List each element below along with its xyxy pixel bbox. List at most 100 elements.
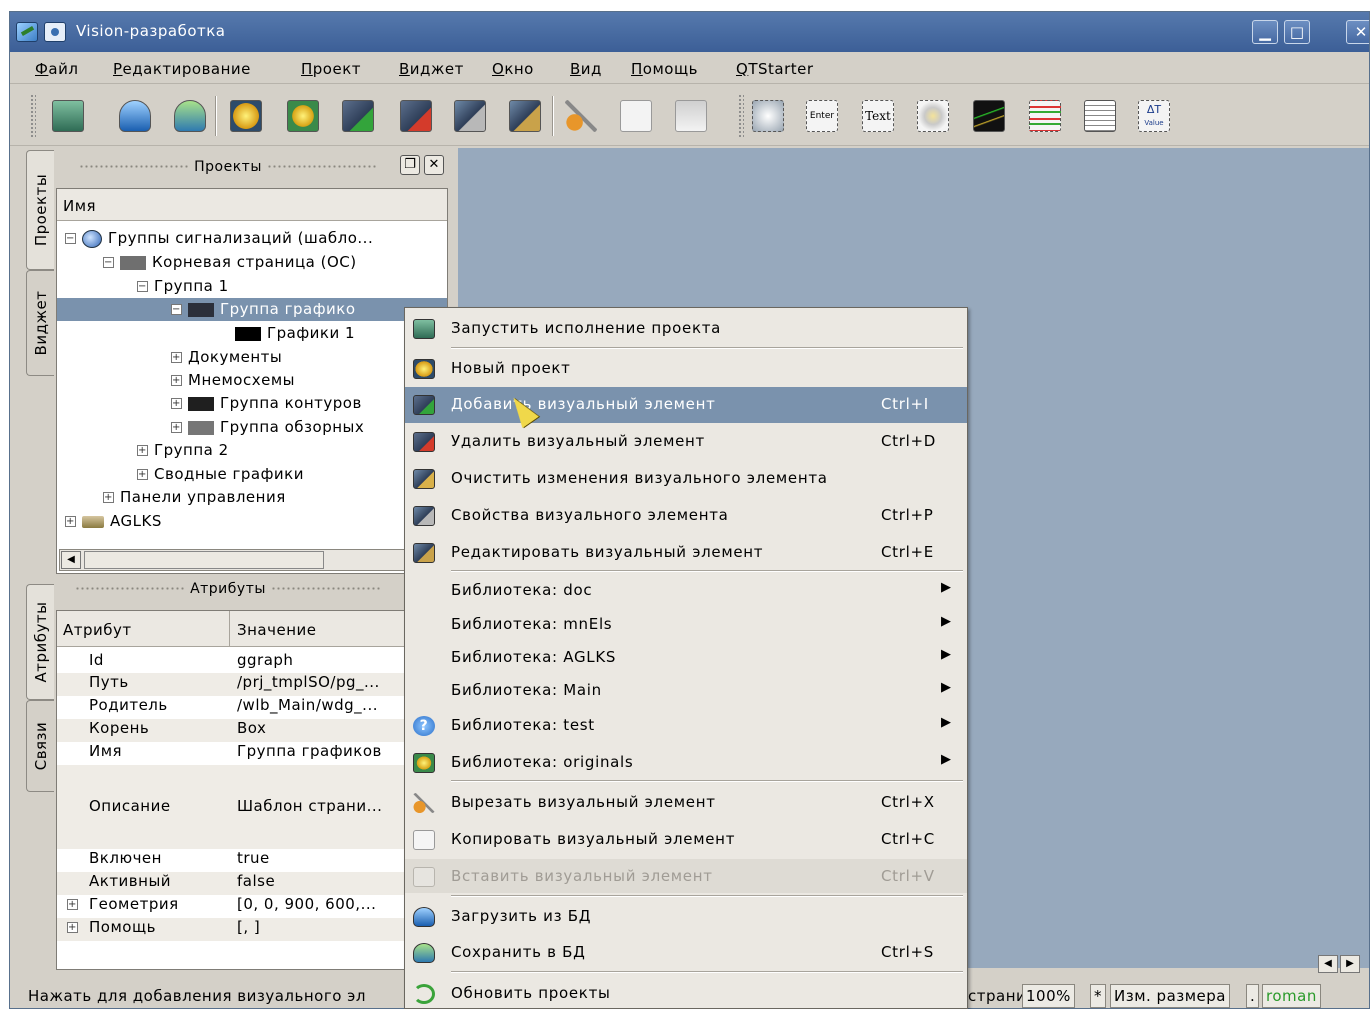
- maximize-button[interactable]: □: [1284, 20, 1310, 44]
- widget-enter-icon[interactable]: Enter: [804, 98, 840, 134]
- column-header-attribute[interactable]: Атрибут: [63, 621, 132, 639]
- tree-item[interactable]: + Группа 2: [137, 439, 229, 462]
- scroll-right-icon[interactable]: ▶: [1340, 955, 1360, 973]
- widget-text-icon[interactable]: Text: [860, 98, 896, 134]
- menu-help[interactable]: Помощь: [631, 60, 698, 78]
- menu-item-lib-test[interactable]: ? Библиотека: test ▶: [405, 708, 967, 742]
- attr-value[interactable]: [, ]: [237, 918, 260, 936]
- column-header-name[interactable]: Имя: [57, 189, 447, 221]
- tree-item[interactable]: + Группа обзорных: [171, 416, 364, 439]
- column-header-value[interactable]: Значение: [237, 621, 317, 639]
- tree-item[interactable]: + Группа контуров: [171, 392, 362, 415]
- edit-widget-icon[interactable]: [507, 98, 543, 134]
- attr-value[interactable]: /wlb_Main/wdg_...: [237, 696, 378, 714]
- resize-mode[interactable]: Изм. размера: [1110, 984, 1230, 1008]
- menu-qtstarter[interactable]: QTStarter: [736, 60, 814, 78]
- menu-widget[interactable]: Виджет: [399, 60, 464, 78]
- menu-item-delete-widget[interactable]: Удалить визуальный элемент Ctrl+D: [405, 424, 967, 458]
- tree-item[interactable]: + Мнемосхемы: [171, 369, 295, 392]
- table-row[interactable]: Включен true: [57, 849, 449, 872]
- tab-links[interactable]: Связи: [26, 700, 54, 792]
- new-lib-icon[interactable]: [285, 98, 321, 134]
- minimize-button[interactable]: ▁: [1252, 20, 1278, 44]
- add-widget-icon[interactable]: [340, 98, 376, 134]
- run-project-icon[interactable]: [50, 98, 86, 134]
- tab-widget[interactable]: Виджет: [26, 270, 54, 376]
- tree-item[interactable]: + Сводные графики: [137, 463, 304, 486]
- menu-file[interactable]: Файл: [35, 60, 78, 78]
- table-row[interactable]: Описание Шаблон страни...: [57, 765, 449, 849]
- title-bar[interactable]: Vision-разработка ▁ □ ✕: [10, 12, 1369, 52]
- attr-value[interactable]: /prj_tmplSO/pg_...: [237, 673, 380, 691]
- toolbar-grip-2[interactable]: [738, 94, 744, 138]
- attributes-table[interactable]: Атрибут Значение Id ggraph Путь/prj_tmplS…: [56, 610, 449, 970]
- menu-project[interactable]: Проект: [301, 60, 361, 78]
- menu-item-lib-doc[interactable]: Библиотека: doc ▶: [405, 573, 967, 607]
- save-db-icon[interactable]: [172, 98, 208, 134]
- copy-icon[interactable]: [618, 98, 654, 134]
- tree-item[interactable]: + Документы: [171, 346, 282, 369]
- menu-view[interactable]: Вид: [570, 60, 602, 78]
- menu-item-add-widget[interactable]: Добавить визуальный элемент Ctrl+I: [405, 387, 967, 423]
- attr-value[interactable]: true: [237, 849, 270, 867]
- tab-attributes[interactable]: Атрибуты: [26, 584, 54, 700]
- widget-protocol-icon[interactable]: [1027, 98, 1063, 134]
- delete-widget-icon[interactable]: [398, 98, 434, 134]
- attr-value[interactable]: Шаблон страни...: [237, 797, 382, 815]
- toolbar-grip[interactable]: [30, 94, 36, 138]
- close-button[interactable]: ✕: [1346, 20, 1369, 44]
- widget-diagram-icon[interactable]: [971, 98, 1007, 134]
- new-project-icon[interactable]: [228, 98, 264, 134]
- table-row[interactable]: Активный false: [57, 872, 449, 895]
- table-row[interactable]: Корень Box: [57, 719, 449, 742]
- menu-item-load-db[interactable]: Загрузить из БД: [405, 899, 967, 933]
- tree-item[interactable]: − Группа 1: [137, 275, 229, 298]
- scroll-left-icon[interactable]: ◀: [61, 551, 81, 569]
- attr-value[interactable]: Группа графиков: [237, 742, 382, 760]
- menu-item-lib-mnels[interactable]: Библиотека: mnEls ▶: [405, 607, 967, 641]
- table-row[interactable]: + Помощь [, ]: [57, 918, 449, 941]
- tree-item-selected[interactable]: − Группа графико: [57, 298, 447, 321]
- menu-item-clear-changes[interactable]: Очистить изменения визуального элемента: [405, 461, 967, 495]
- menu-item-save-db[interactable]: Сохранить в БД Ctrl+S: [405, 935, 967, 969]
- attr-value[interactable]: false: [237, 872, 275, 890]
- tree-item[interactable]: + Панели управления: [103, 486, 286, 509]
- table-row[interactable]: + Геометрия [0, 0, 900, 600,...: [57, 895, 449, 918]
- menu-edit[interactable]: Редактирование: [113, 60, 251, 78]
- cut-icon[interactable]: [563, 98, 599, 134]
- table-row[interactable]: Имя Группа графиков: [57, 742, 449, 765]
- tree-item[interactable]: − Группы сигнализаций (шабло...: [65, 227, 373, 250]
- float-icon[interactable]: ❐: [400, 155, 420, 175]
- user-name[interactable]: roman: [1262, 984, 1321, 1008]
- window-menu-icon[interactable]: [44, 22, 66, 42]
- table-row[interactable]: Родитель/wlb_Main/wdg_...: [57, 696, 449, 719]
- menu-item-widget-properties[interactable]: Свойства визуального элемента Ctrl+P: [405, 498, 967, 532]
- menu-item-copy[interactable]: Копировать визуальный элемент Ctrl+C: [405, 822, 967, 856]
- tree-item[interactable]: Графики 1: [235, 322, 355, 345]
- widget-media-icon[interactable]: [915, 98, 951, 134]
- widget-value-icon[interactable]: ΔT Value: [1136, 98, 1172, 134]
- menu-item-run-project[interactable]: Запустить исполнение проекта: [405, 311, 967, 345]
- scroll-thumb[interactable]: [84, 551, 324, 569]
- widget-button-icon[interactable]: [750, 98, 786, 134]
- attr-value[interactable]: [0, 0, 900, 600,...: [237, 895, 376, 913]
- widget-document-icon[interactable]: [1082, 98, 1118, 134]
- projects-tree[interactable]: Имя − Группы сигнализаций (шабло... − Корн…: [56, 188, 448, 574]
- paste-icon[interactable]: [673, 98, 709, 134]
- horizontal-scrollbar[interactable]: ◀: [59, 549, 445, 571]
- scroll-left-icon[interactable]: ◀: [1318, 955, 1338, 973]
- menu-item-refresh[interactable]: Обновить проекты: [405, 976, 967, 1009]
- zoom-level[interactable]: 100%: [1022, 984, 1075, 1008]
- load-db-icon[interactable]: [117, 98, 153, 134]
- menu-item-edit-widget[interactable]: Редактировать визуальный элемент Ctrl+E: [405, 535, 967, 569]
- tab-projects[interactable]: Проекты: [26, 150, 54, 270]
- menu-item-lib-aglks[interactable]: Библиотека: AGLKS ▶: [405, 640, 967, 674]
- tree-item[interactable]: − Корневая страница (ОС): [103, 251, 357, 274]
- menu-item-lib-originals[interactable]: Библиотека: originals ▶: [405, 745, 967, 779]
- table-row[interactable]: Путь/prj_tmplSO/pg_...: [57, 673, 449, 696]
- menu-item-lib-main[interactable]: Библиотека: Main ▶: [405, 673, 967, 707]
- menu-item-cut[interactable]: Вырезать визуальный элемент Ctrl+X: [405, 785, 967, 819]
- widget-properties-icon[interactable]: [452, 98, 488, 134]
- menu-window[interactable]: Окно: [492, 60, 534, 78]
- table-row[interactable]: Id ggraph: [57, 651, 449, 673]
